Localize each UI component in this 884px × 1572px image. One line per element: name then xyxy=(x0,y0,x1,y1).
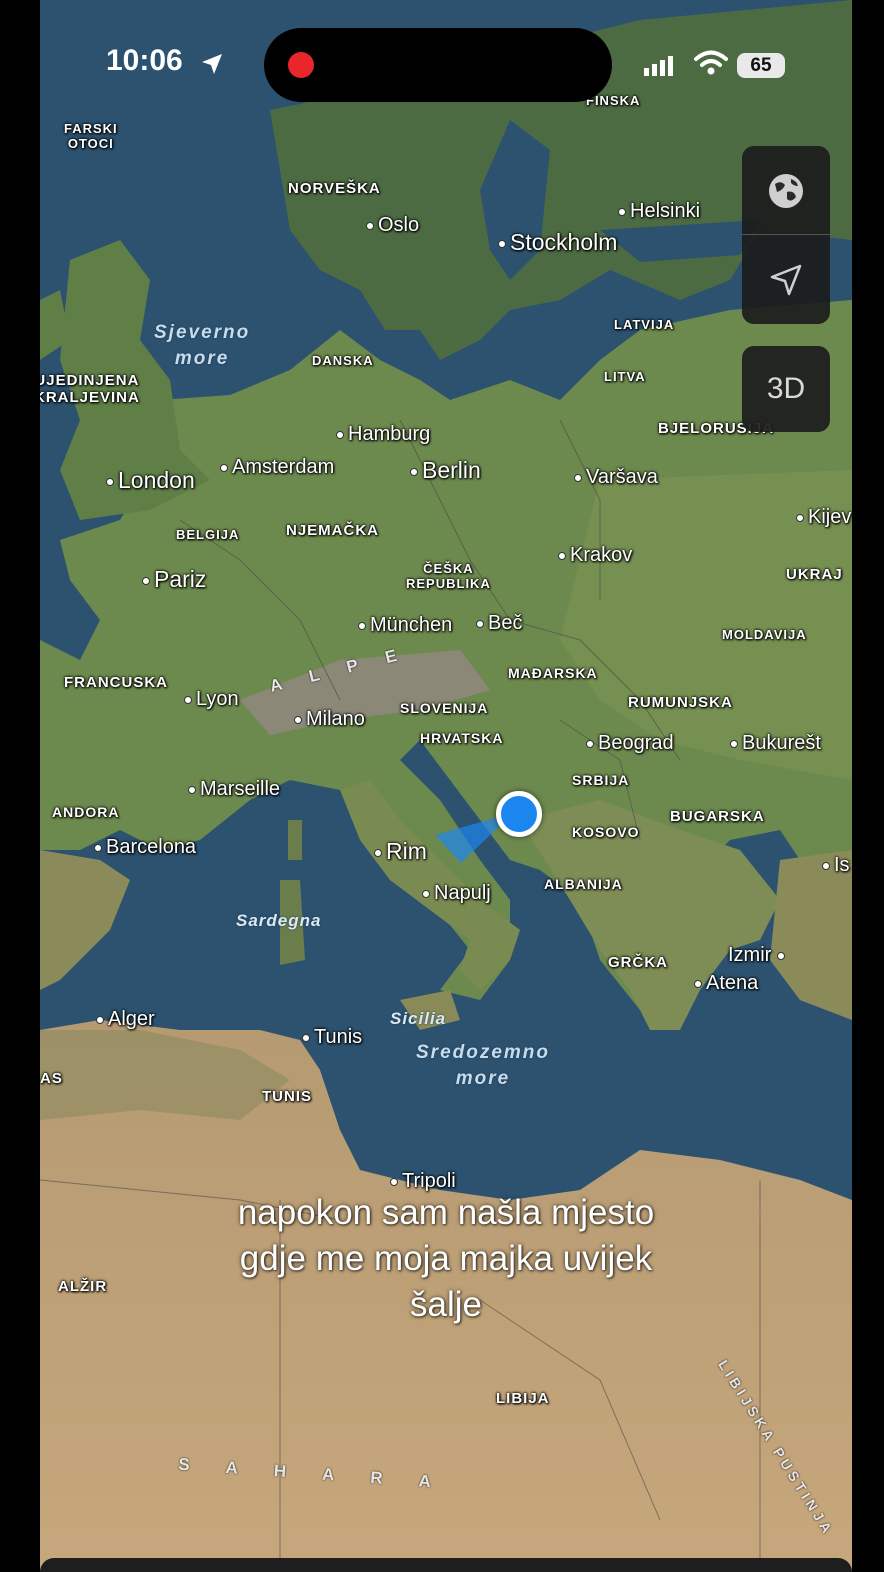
country-label-rumunjska: RUMUNJSKA xyxy=(628,694,733,711)
country-label-moldavija: MOLDAVIJA xyxy=(722,627,807,642)
country-label-hrvatska: HRVATSKA xyxy=(420,730,504,746)
city-atena[interactable]: Atena xyxy=(694,972,758,995)
country-label-slovenija: SLOVENIJA xyxy=(400,700,489,716)
country-label-kosovo: KOSOVO xyxy=(572,824,640,840)
city-bukurest[interactable]: Bukurešt xyxy=(730,732,821,755)
country-label-francuska: FRANCUSKA xyxy=(64,674,168,691)
country-label-litva: LITVA xyxy=(604,369,646,384)
recording-indicator-icon xyxy=(288,52,314,78)
country-label-as: AS xyxy=(40,1070,63,1087)
city-varsava[interactable]: Varšava xyxy=(574,466,658,489)
battery-indicator: 65 xyxy=(737,53,785,78)
city-helsinki[interactable]: Helsinki xyxy=(618,200,700,223)
sea-label-sjeverno-more: Sjeverno more xyxy=(154,322,251,369)
country-label-njemacka: NJEMAČKA xyxy=(286,522,380,539)
city-stockholm[interactable]: Stockholm xyxy=(498,229,617,256)
country-label-libija: LIBIJA xyxy=(496,1390,550,1407)
city-alger[interactable]: Alger xyxy=(96,1008,155,1031)
user-location-dot[interactable] xyxy=(496,791,542,837)
country-label-uk: UJEDINJENA KRALJEVINA xyxy=(40,372,140,407)
city-munchen[interactable]: München xyxy=(358,614,452,637)
city-istanbul[interactable]: Is xyxy=(822,854,850,877)
country-label-danska: DANSKA xyxy=(312,353,374,368)
sea-label-sicilia: Sicilia xyxy=(390,1009,447,1028)
sea-label-sardegna: Sardegna xyxy=(236,911,322,930)
wifi-icon xyxy=(694,50,728,75)
location-services-icon xyxy=(202,54,222,74)
video-caption: napokon sam našla mjesto gdje me moja ma… xyxy=(237,1193,655,1324)
country-label-tunis: TUNIS xyxy=(262,1088,312,1105)
sea-label-sredozemno-more: Sredozemno more xyxy=(416,1042,551,1089)
country-label-albanija: ALBANIJA xyxy=(544,876,623,892)
track-location-button[interactable] xyxy=(742,235,830,324)
country-label-norveska: NORVEŠKA xyxy=(288,180,381,197)
city-krakov[interactable]: Krakov xyxy=(558,544,632,567)
city-napulj[interactable]: Napulj xyxy=(422,882,491,905)
city-rim[interactable]: Rim xyxy=(374,838,427,865)
city-lyon[interactable]: Lyon xyxy=(184,688,239,711)
city-london[interactable]: London xyxy=(106,467,195,494)
city-oslo[interactable]: Oslo xyxy=(366,214,419,237)
bottom-sheet-edge[interactable] xyxy=(40,1558,852,1572)
cellular-signal-icon xyxy=(644,56,673,76)
city-marseille[interactable]: Marseille xyxy=(188,778,280,801)
country-label-belgija: BELGIJA xyxy=(176,527,240,542)
map-screen[interactable]: FARSKI OTOCI NORVEŠKA FINSKA DANSKA LATV… xyxy=(40,0,852,1572)
country-label-srbija: SRBIJA xyxy=(572,772,630,788)
city-bec[interactable]: Beč xyxy=(476,612,522,635)
city-tunis[interactable]: Tunis xyxy=(302,1026,362,1049)
city-pariz[interactable]: Pariz xyxy=(142,566,206,593)
country-label-madjarska: MAĐARSKA xyxy=(508,665,598,681)
city-hamburg[interactable]: Hamburg xyxy=(336,423,430,446)
globe-icon xyxy=(769,173,803,208)
map-controls xyxy=(742,146,830,324)
city-barcelona[interactable]: Barcelona xyxy=(94,836,196,859)
city-beograd[interactable]: Beograd xyxy=(586,732,674,755)
city-izmir[interactable]: Izmir xyxy=(728,944,789,967)
country-label-farski-otoci: FARSKI OTOCI xyxy=(64,121,118,151)
city-amsterdam[interactable]: Amsterdam xyxy=(220,456,334,479)
country-label-latvija: LATVIJA xyxy=(614,317,675,332)
map-style-button[interactable] xyxy=(742,146,830,235)
3d-view-button[interactable]: 3D xyxy=(742,346,830,432)
country-label-ukrajina: UKRAJ xyxy=(786,566,843,583)
satellite-map[interactable] xyxy=(40,0,852,1572)
location-arrow-icon xyxy=(770,264,802,295)
status-time: 10:06 xyxy=(106,44,183,77)
country-label-ceska-republika: ČEŠKA REPUBLIKA xyxy=(406,561,491,591)
country-label-grcka: GRČKA xyxy=(608,954,668,971)
city-berlin[interactable]: Berlin xyxy=(410,457,481,484)
dynamic-island xyxy=(264,28,612,102)
city-kijev[interactable]: Kijev xyxy=(796,506,851,529)
country-label-andora: ANDORA xyxy=(52,804,120,820)
country-label-bugarska: BUGARSKA xyxy=(670,808,765,825)
city-milano[interactable]: Milano xyxy=(294,708,365,731)
